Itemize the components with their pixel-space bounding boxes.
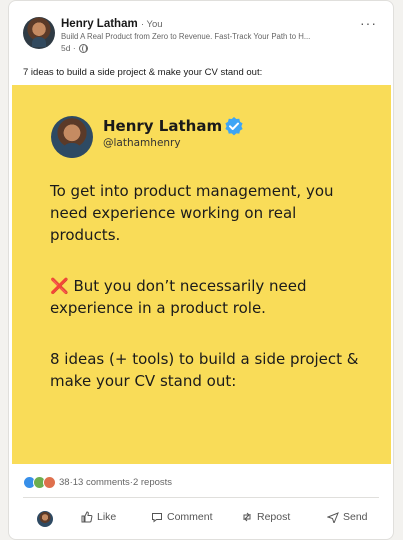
author-headline: Build A Real Product from Zero to Revenu… [61,32,311,41]
comment-count[interactable]: 13 comments [73,477,130,488]
action-bar: Like Comment Repost Send [23,507,379,531]
comment-icon [152,513,162,523]
love-reaction-icon [43,476,56,489]
image-paragraph-2: ❌ But you don’t necessarily need experie… [50,275,368,319]
verified-badge-icon [225,117,243,136]
post-meta: 5d · [61,43,88,53]
image-author-handle: @lathamhenry [103,137,181,149]
repost-icon [243,512,251,522]
author-name[interactable]: Henry Latham [61,18,138,30]
viewer-avatar[interactable] [37,511,53,527]
comment-button[interactable]: Comment [151,511,213,523]
like-label: Like [97,511,117,523]
repost-label: Repost [257,511,291,523]
image-paragraph-3: 8 ideas (+ tools) to build a side projec… [50,350,359,390]
divider [23,497,379,498]
image-paragraph-1: To get into product management, you need… [50,182,334,244]
send-label: Send [343,511,368,523]
globe-icon [78,43,88,53]
send-button[interactable]: Send [327,511,368,523]
social-counts: 38 · 13 comments · 2 reposts [23,476,172,489]
thumbs-up-icon [81,511,93,523]
author-name-line: Henry Latham · You [61,17,163,32]
image-paragraph-2-text: But you don’t necessarily need experienc… [50,277,307,317]
author-avatar[interactable] [23,17,55,49]
image-author-name: Henry Latham [103,117,223,135]
post-header: Henry Latham · You Build A Real Product … [23,16,383,53]
post-card: Henry Latham · You Build A Real Product … [8,0,394,540]
author-relation: · You [140,19,163,30]
comment-label: Comment [167,511,213,523]
repost-count[interactable]: 2 reposts [133,477,172,488]
cross-mark-icon: ❌ [50,277,69,295]
send-icon [327,512,339,523]
post-time: 5d · [61,43,76,53]
like-button[interactable]: Like [81,511,116,523]
reaction-count[interactable]: 38 [59,477,70,488]
more-options-icon[interactable]: ··· [360,16,377,30]
post-image[interactable]: Henry Latham @lathamhenry To get into pr… [12,85,391,464]
image-avatar [51,116,93,158]
post-text: 7 ideas to build a side project & make y… [23,67,263,78]
repost-button[interactable]: Repost [241,511,290,523]
